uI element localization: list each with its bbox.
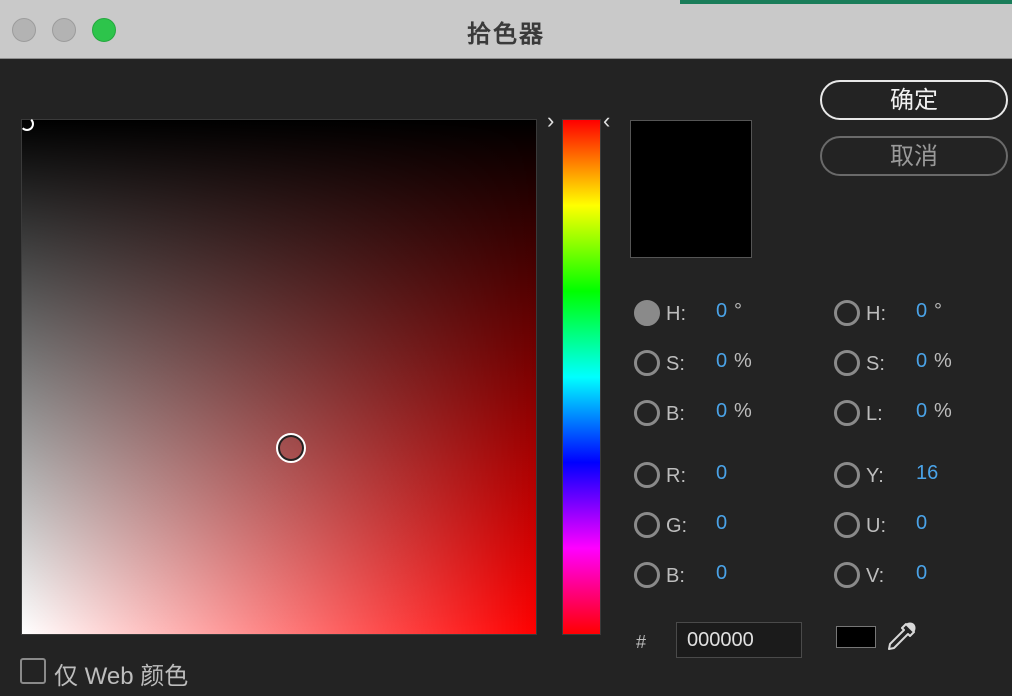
chevron-right-icon[interactable]: ›	[547, 110, 554, 132]
color-preview	[630, 120, 752, 258]
field-value[interactable]: 0	[916, 512, 927, 535]
field-label: Y:	[866, 465, 884, 487]
radio-rgb-g[interactable]	[634, 512, 660, 538]
field-value[interactable]: 0	[716, 462, 727, 485]
field-label: U:	[866, 515, 886, 537]
radio-hsl-h[interactable]	[834, 300, 860, 326]
eyedropper-icon[interactable]	[884, 620, 918, 654]
field-value[interactable]: 0	[716, 300, 727, 323]
color-field-cursor[interactable]	[276, 433, 306, 463]
web-only-label: 仅 Web 颜色	[54, 663, 189, 690]
current-color-swatch[interactable]	[836, 626, 876, 648]
field-label: G:	[666, 515, 688, 537]
radio-hsb-s[interactable]	[634, 350, 660, 376]
field-label: H:	[866, 303, 886, 325]
title-bar-accent	[680, 0, 1012, 4]
radio-hsl-l[interactable]	[834, 400, 860, 426]
field-corner-marker	[20, 117, 34, 131]
color-field[interactable]	[22, 120, 536, 634]
radio-hsb-b[interactable]	[634, 400, 660, 426]
field-value[interactable]: 0	[716, 400, 727, 423]
field-label: B:	[666, 565, 685, 587]
field-value[interactable]: 0	[916, 300, 927, 323]
ok-button[interactable]: 确定	[820, 80, 1008, 120]
web-only-checkbox[interactable]	[20, 658, 46, 684]
hex-input[interactable]: 000000	[676, 622, 802, 658]
radio-rgb-r[interactable]	[634, 462, 660, 488]
radio-yuv-y[interactable]	[834, 462, 860, 488]
radio-hsb-h[interactable]	[634, 300, 660, 326]
field-value[interactable]: 0	[916, 400, 927, 423]
chevron-left-icon[interactable]: ‹	[603, 110, 610, 132]
field-unit: %	[934, 400, 952, 422]
window-title: 拾色器	[467, 21, 545, 48]
hex-prefix-label: #	[636, 632, 647, 652]
field-unit: %	[734, 400, 752, 422]
radio-yuv-u[interactable]	[834, 512, 860, 538]
cancel-button[interactable]: 取消	[820, 136, 1008, 176]
field-label: L:	[866, 403, 883, 425]
field-unit: °	[934, 300, 942, 322]
field-label: S:	[666, 353, 685, 375]
field-unit: °	[734, 300, 742, 322]
field-label: V:	[866, 565, 885, 587]
hue-slider[interactable]	[563, 120, 600, 634]
field-value[interactable]: 16	[916, 462, 938, 485]
field-unit: %	[734, 350, 752, 372]
field-value[interactable]: 0	[916, 562, 927, 585]
field-label: B:	[666, 403, 685, 425]
radio-hsl-s[interactable]	[834, 350, 860, 376]
radio-yuv-v[interactable]	[834, 562, 860, 588]
field-value[interactable]: 0	[716, 512, 727, 535]
field-value[interactable]: 0	[716, 350, 727, 373]
radio-rgb-b[interactable]	[634, 562, 660, 588]
title-bar: 拾色器	[0, 0, 1012, 59]
field-label: H:	[666, 303, 686, 325]
field-label: R:	[666, 465, 686, 487]
field-value[interactable]: 0	[916, 350, 927, 373]
field-value[interactable]: 0	[716, 562, 727, 585]
field-label: S:	[866, 353, 885, 375]
field-unit: %	[934, 350, 952, 372]
